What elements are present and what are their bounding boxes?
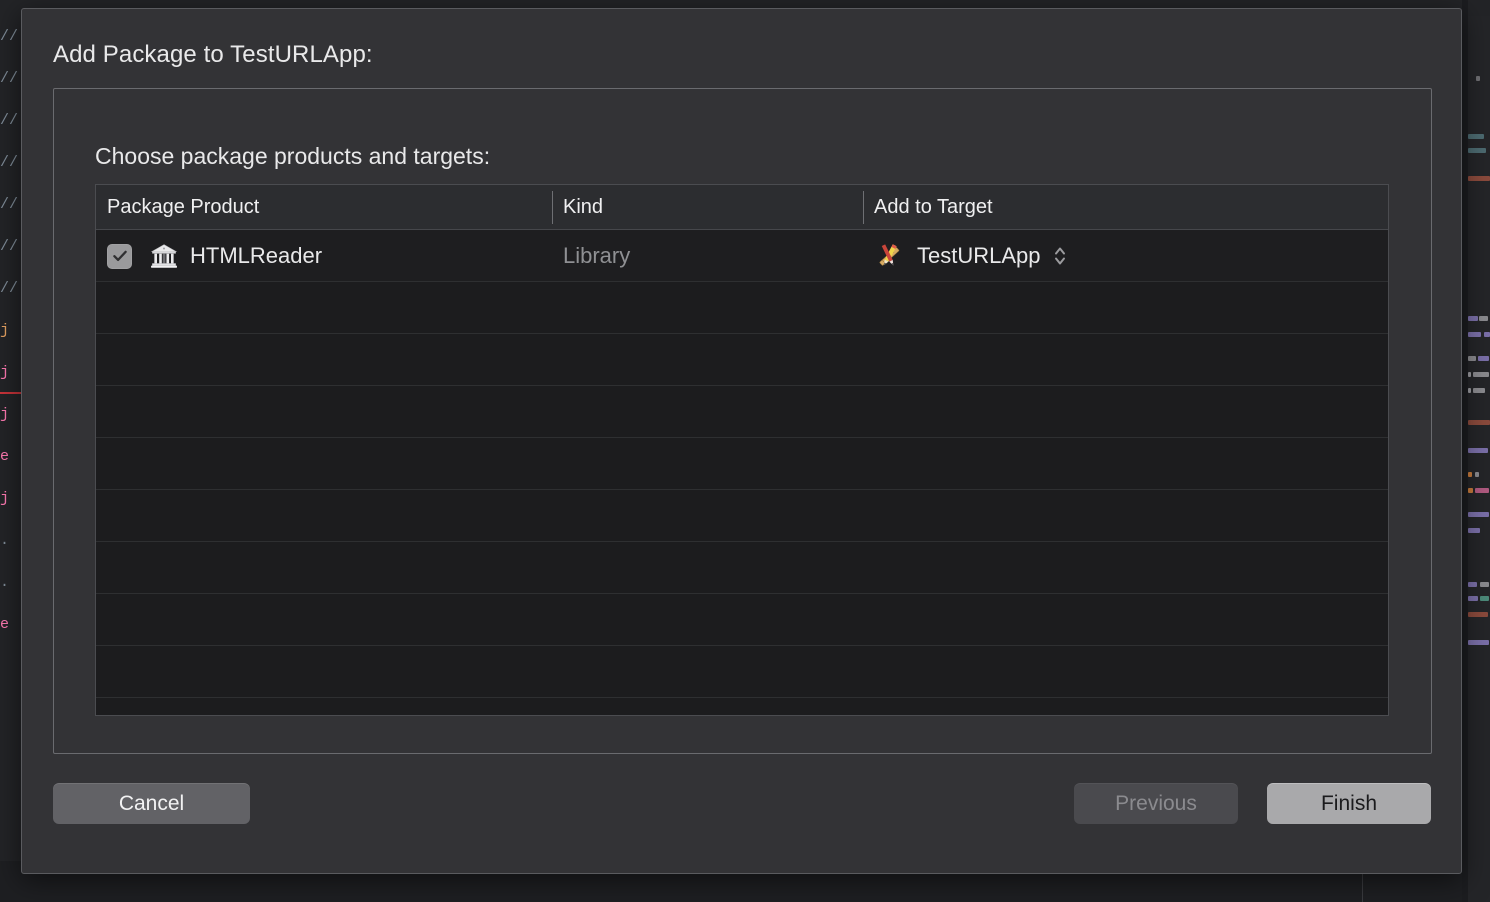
cell-package-product[interactable]: HTMLReader — [107, 230, 322, 282]
editor-code-fragment: // — [0, 142, 22, 184]
minimap-code-block — [1478, 356, 1489, 361]
minimap-code-block — [1468, 640, 1489, 645]
package-kind-label: Library — [563, 243, 630, 269]
library-building-icon — [150, 242, 178, 270]
minimap-code-block — [1479, 316, 1488, 321]
table-row-empty[interactable] — [96, 386, 1388, 438]
editor-code-fragment: j — [0, 394, 22, 436]
panel-subtitle: Choose package products and targets: — [95, 143, 490, 170]
minimap-code-block — [1468, 612, 1488, 617]
minimap-code-block — [1468, 316, 1478, 321]
minimap-code-block — [1468, 582, 1477, 587]
minimap-code-block — [1468, 134, 1484, 139]
minimap-code-block — [1480, 582, 1489, 587]
editor-code-fragment: e — [0, 604, 22, 646]
product-checkbox[interactable] — [107, 244, 132, 269]
minimap-code-block — [1468, 332, 1481, 337]
table-row-empty[interactable] — [96, 438, 1388, 490]
table-row-empty[interactable] — [96, 334, 1388, 386]
editor-code-fragment: // — [0, 16, 22, 58]
xcode-app-icon — [874, 243, 904, 269]
column-header-add-to-target[interactable]: Add to Target — [863, 185, 1389, 230]
editor-code-gutter: //////////////jjjej..e — [0, 16, 22, 861]
minimap-code-block — [1468, 388, 1471, 393]
column-header-package-product[interactable]: Package Product — [96, 185, 552, 230]
minimap-code-block — [1473, 388, 1485, 393]
editor-code-fragment: // — [0, 100, 22, 142]
package-products-panel: Choose package products and targets: Pac… — [53, 88, 1432, 754]
minimap-code-block — [1468, 512, 1489, 517]
editor-code-fragment: // — [0, 58, 22, 100]
dialog-title: Add Package to TestURLApp: — [53, 41, 373, 69]
table-row-empty[interactable] — [96, 646, 1388, 698]
minimap-code-block — [1475, 488, 1489, 493]
minimap-code-block — [1468, 596, 1478, 601]
package-product-name: HTMLReader — [190, 243, 322, 269]
minimap-code-block — [1468, 356, 1476, 361]
cancel-button[interactable]: Cancel — [53, 783, 250, 824]
minimap-code-block — [1468, 528, 1480, 533]
minimap-code-block — [1468, 148, 1486, 153]
editor-code-fragment: j — [0, 478, 22, 520]
minimap-code-block — [1475, 472, 1479, 477]
finish-button[interactable]: Finish — [1267, 783, 1431, 824]
minimap-code-block — [1468, 472, 1472, 477]
minimap-code-block — [1484, 332, 1490, 337]
editor-code-fragment: // — [0, 268, 22, 310]
table-row-empty[interactable] — [96, 698, 1388, 716]
previous-button[interactable]: Previous — [1074, 783, 1238, 824]
editor-code-fragment: . — [0, 520, 22, 562]
table-header-row: Package Product Kind Add to Target — [96, 185, 1388, 230]
minimap-code-block — [1468, 448, 1488, 453]
editor-code-fragment: . — [0, 562, 22, 604]
target-name: TestURLApp — [917, 243, 1041, 269]
minimap-code-block — [1473, 372, 1489, 377]
minimap-code-block — [1476, 76, 1480, 81]
editor-code-fragment: j — [0, 310, 22, 352]
cell-add-to-target[interactable]: TestURLApp — [874, 230, 1067, 282]
minimap-code-block — [1468, 420, 1490, 425]
column-header-kind[interactable]: Kind — [552, 185, 863, 230]
editor-code-fragment: // — [0, 184, 22, 226]
cell-kind: Library — [563, 230, 630, 282]
package-products-table: Package Product Kind Add to Target — [95, 184, 1389, 716]
editor-code-fragment: j — [0, 352, 22, 394]
minimap-code-block — [1468, 488, 1473, 493]
table-row[interactable]: HTMLReader Library — [96, 230, 1388, 282]
minimap-code-block — [1480, 596, 1489, 601]
minimap-code-block — [1468, 372, 1471, 377]
editor-code-fragment: // — [0, 226, 22, 268]
editor-minimap[interactable] — [1468, 16, 1490, 902]
up-down-chevron-icon[interactable] — [1053, 244, 1067, 268]
table-row-empty[interactable] — [96, 282, 1388, 334]
add-package-dialog: Add Package to TestURLApp: Choose packag… — [21, 8, 1462, 874]
table-row-empty[interactable] — [96, 542, 1388, 594]
editor-code-fragment: e — [0, 436, 22, 478]
table-row-empty[interactable] — [96, 594, 1388, 646]
table-row-empty[interactable] — [96, 490, 1388, 542]
minimap-code-block — [1468, 176, 1490, 181]
